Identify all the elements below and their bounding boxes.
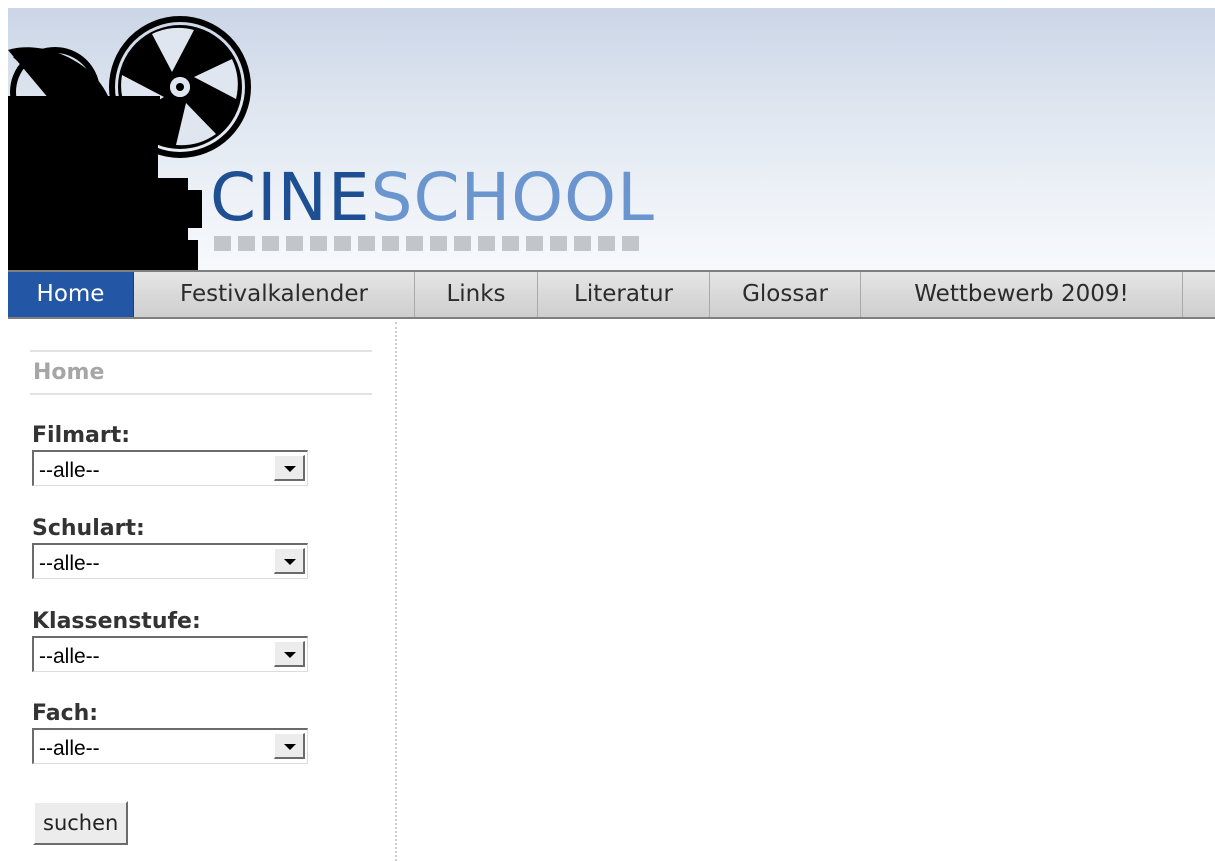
cineschool-logo[interactable]: CINESCHOOL <box>210 165 655 231</box>
schulart-label: Schulart: <box>32 516 145 541</box>
site-header: CINESCHOOL <box>0 0 1215 270</box>
filmart-select-value: --alle-- <box>39 459 100 482</box>
dropdown-arrow-icon[interactable] <box>274 455 305 481</box>
nav-item-festivalkalender[interactable]: Festivalkalender <box>134 272 415 317</box>
klassenstufe-select[interactable]: --alle-- <box>32 636 308 672</box>
main-navigation: Home Festivalkalender Links Literatur Gl… <box>8 270 1215 319</box>
nav-item-glossar[interactable]: Glossar <box>710 272 861 317</box>
fach-select-value: --alle-- <box>39 737 100 760</box>
logo-filmstrip <box>214 236 639 251</box>
schulart-select-value: --alle-- <box>39 552 100 575</box>
dropdown-arrow-icon[interactable] <box>274 641 305 667</box>
dropdown-arrow-icon[interactable] <box>274 548 305 574</box>
logo-cine-text: CINE <box>210 159 371 236</box>
fach-select[interactable]: --alle-- <box>32 728 308 764</box>
sidebar-section-title: Home <box>30 350 372 395</box>
section-title-text: Home <box>33 360 105 385</box>
klassenstufe-label: Klassenstufe: <box>32 609 201 634</box>
dropdown-arrow-icon[interactable] <box>274 733 305 759</box>
sidebar-divider <box>395 322 397 861</box>
logo-school-text: SCHOOL <box>370 159 655 236</box>
nav-item-links[interactable]: Links <box>415 272 538 317</box>
schulart-select[interactable]: --alle-- <box>32 543 308 579</box>
filmart-label: Filmart: <box>32 423 131 448</box>
nav-item-wettbewerb-2009[interactable]: Wettbewerb 2009! <box>861 272 1183 317</box>
search-button[interactable]: suchen <box>33 801 129 845</box>
filmart-select[interactable]: --alle-- <box>32 450 308 486</box>
nav-item-literatur[interactable]: Literatur <box>538 272 710 317</box>
fach-label: Fach: <box>32 701 99 726</box>
klassenstufe-select-value: --alle-- <box>39 645 100 668</box>
nav-item-home[interactable]: Home <box>8 272 134 317</box>
